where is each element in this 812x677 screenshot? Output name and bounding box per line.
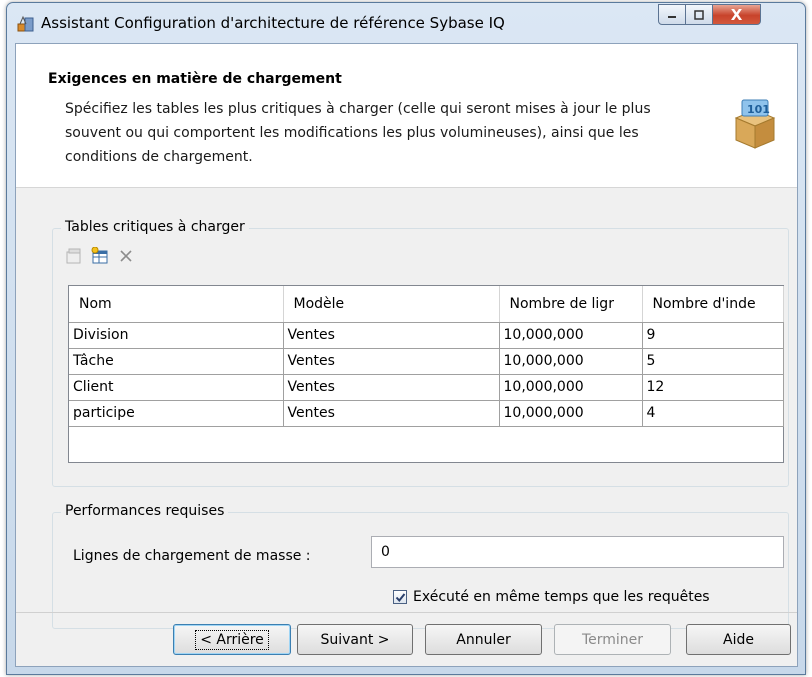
finish-button-label: Terminer [581,631,644,648]
cell-row-count[interactable]: 10,000,000 [499,322,643,349]
next-button[interactable]: Suivant > [297,624,413,655]
maximize-button[interactable] [686,4,713,25]
window-title: Assistant Configuration d'architecture d… [41,14,505,32]
table-row[interactable]: Client Ventes 10,000,000 12 [69,374,784,401]
cell-index-count[interactable]: 5 [642,348,784,375]
delete-tool-button[interactable] [115,245,137,267]
column-header-nombre-lignes[interactable]: Nombre de ligr [499,286,643,323]
maximize-icon [694,9,704,20]
critical-tables-grid: Nom Modèle Nombre de ligr Nombre d'inde … [68,285,784,463]
minimize-icon [668,15,676,18]
table-toolbar [63,245,137,269]
page-description: Spécifiez les tables les plus critiques … [65,101,651,165]
help-button[interactable]: Aide [686,624,791,655]
performance-label: Performances requises [61,503,229,519]
column-header-modele[interactable]: Modèle [283,286,500,323]
help-button-label: Aide [723,631,754,648]
bulk-lines-input[interactable] [371,536,784,568]
cell-name[interactable]: Tâche [69,348,284,375]
cell-model[interactable]: Ventes [283,322,500,349]
cell-row-count[interactable]: 10,000,000 [499,400,643,427]
concurrent-option[interactable]: Exécuté en même temps que les requêtes [393,589,710,605]
wizard-body: Exigences en matière de chargement Spéci… [15,43,798,667]
table-row[interactable]: Division Ventes 10,000,000 9 [69,322,784,349]
finish-button[interactable]: Terminer [554,624,671,655]
svg-text:101: 101 [747,103,770,116]
table-row[interactable]: Tâche Ventes 10,000,000 5 [69,348,784,375]
close-icon: X [730,5,743,24]
data-box-icon: 101 [734,99,776,149]
minimize-button[interactable] [658,4,686,25]
wizard-header: Exigences en matière de chargement Spéci… [16,44,797,188]
properties-icon [66,248,81,264]
cell-index-count[interactable]: 9 [642,322,784,349]
cell-model[interactable]: Ventes [283,348,500,375]
column-header-nom[interactable]: Nom [69,286,284,323]
title-bar: Assistant Configuration d'architecture d… [7,3,805,43]
footer-divider [16,612,797,613]
cell-model[interactable]: Ventes [283,400,500,427]
back-button[interactable]: < Arrière [173,624,291,655]
cell-model[interactable]: Ventes [283,374,500,401]
cell-index-count[interactable]: 12 [642,374,784,401]
wizard-app-icon [17,15,34,32]
wizard-window: Assistant Configuration d'architecture d… [6,2,806,675]
page-title: Exigences en matière de chargement [48,71,342,87]
cancel-button[interactable]: Annuler [425,624,542,655]
critical-tables-group: Tables critiques à charger Nom Modèle No… [52,219,789,487]
cell-index-count[interactable]: 4 [642,400,784,427]
column-header-nombre-index[interactable]: Nombre d'inde [642,286,784,323]
checkmark-icon [395,592,405,602]
cell-row-count[interactable]: 10,000,000 [499,374,643,401]
concurrent-checkbox[interactable] [393,590,407,604]
properties-tool-button[interactable] [63,245,85,267]
add-rows-icon [91,247,108,264]
add-rows-tool-button[interactable] [89,245,111,267]
back-button-label: < Arrière [195,629,269,650]
concurrent-label[interactable]: Exécuté en même temps que les requêtes [413,589,710,605]
delete-icon [120,250,132,262]
cell-name[interactable]: participe [69,400,284,427]
cell-name[interactable]: Division [69,322,284,349]
next-button-label: Suivant > [320,631,390,648]
cell-row-count[interactable]: 10,000,000 [499,348,643,375]
cancel-button-label: Annuler [456,631,511,648]
bulk-lines-label: Lignes de chargement de masse : [73,548,311,564]
critical-tables-label: Tables critiques à charger [61,219,249,235]
cell-name[interactable]: Client [69,374,284,401]
close-button[interactable]: X [713,4,761,25]
table-row[interactable]: participe Ventes 10,000,000 4 [69,400,784,427]
